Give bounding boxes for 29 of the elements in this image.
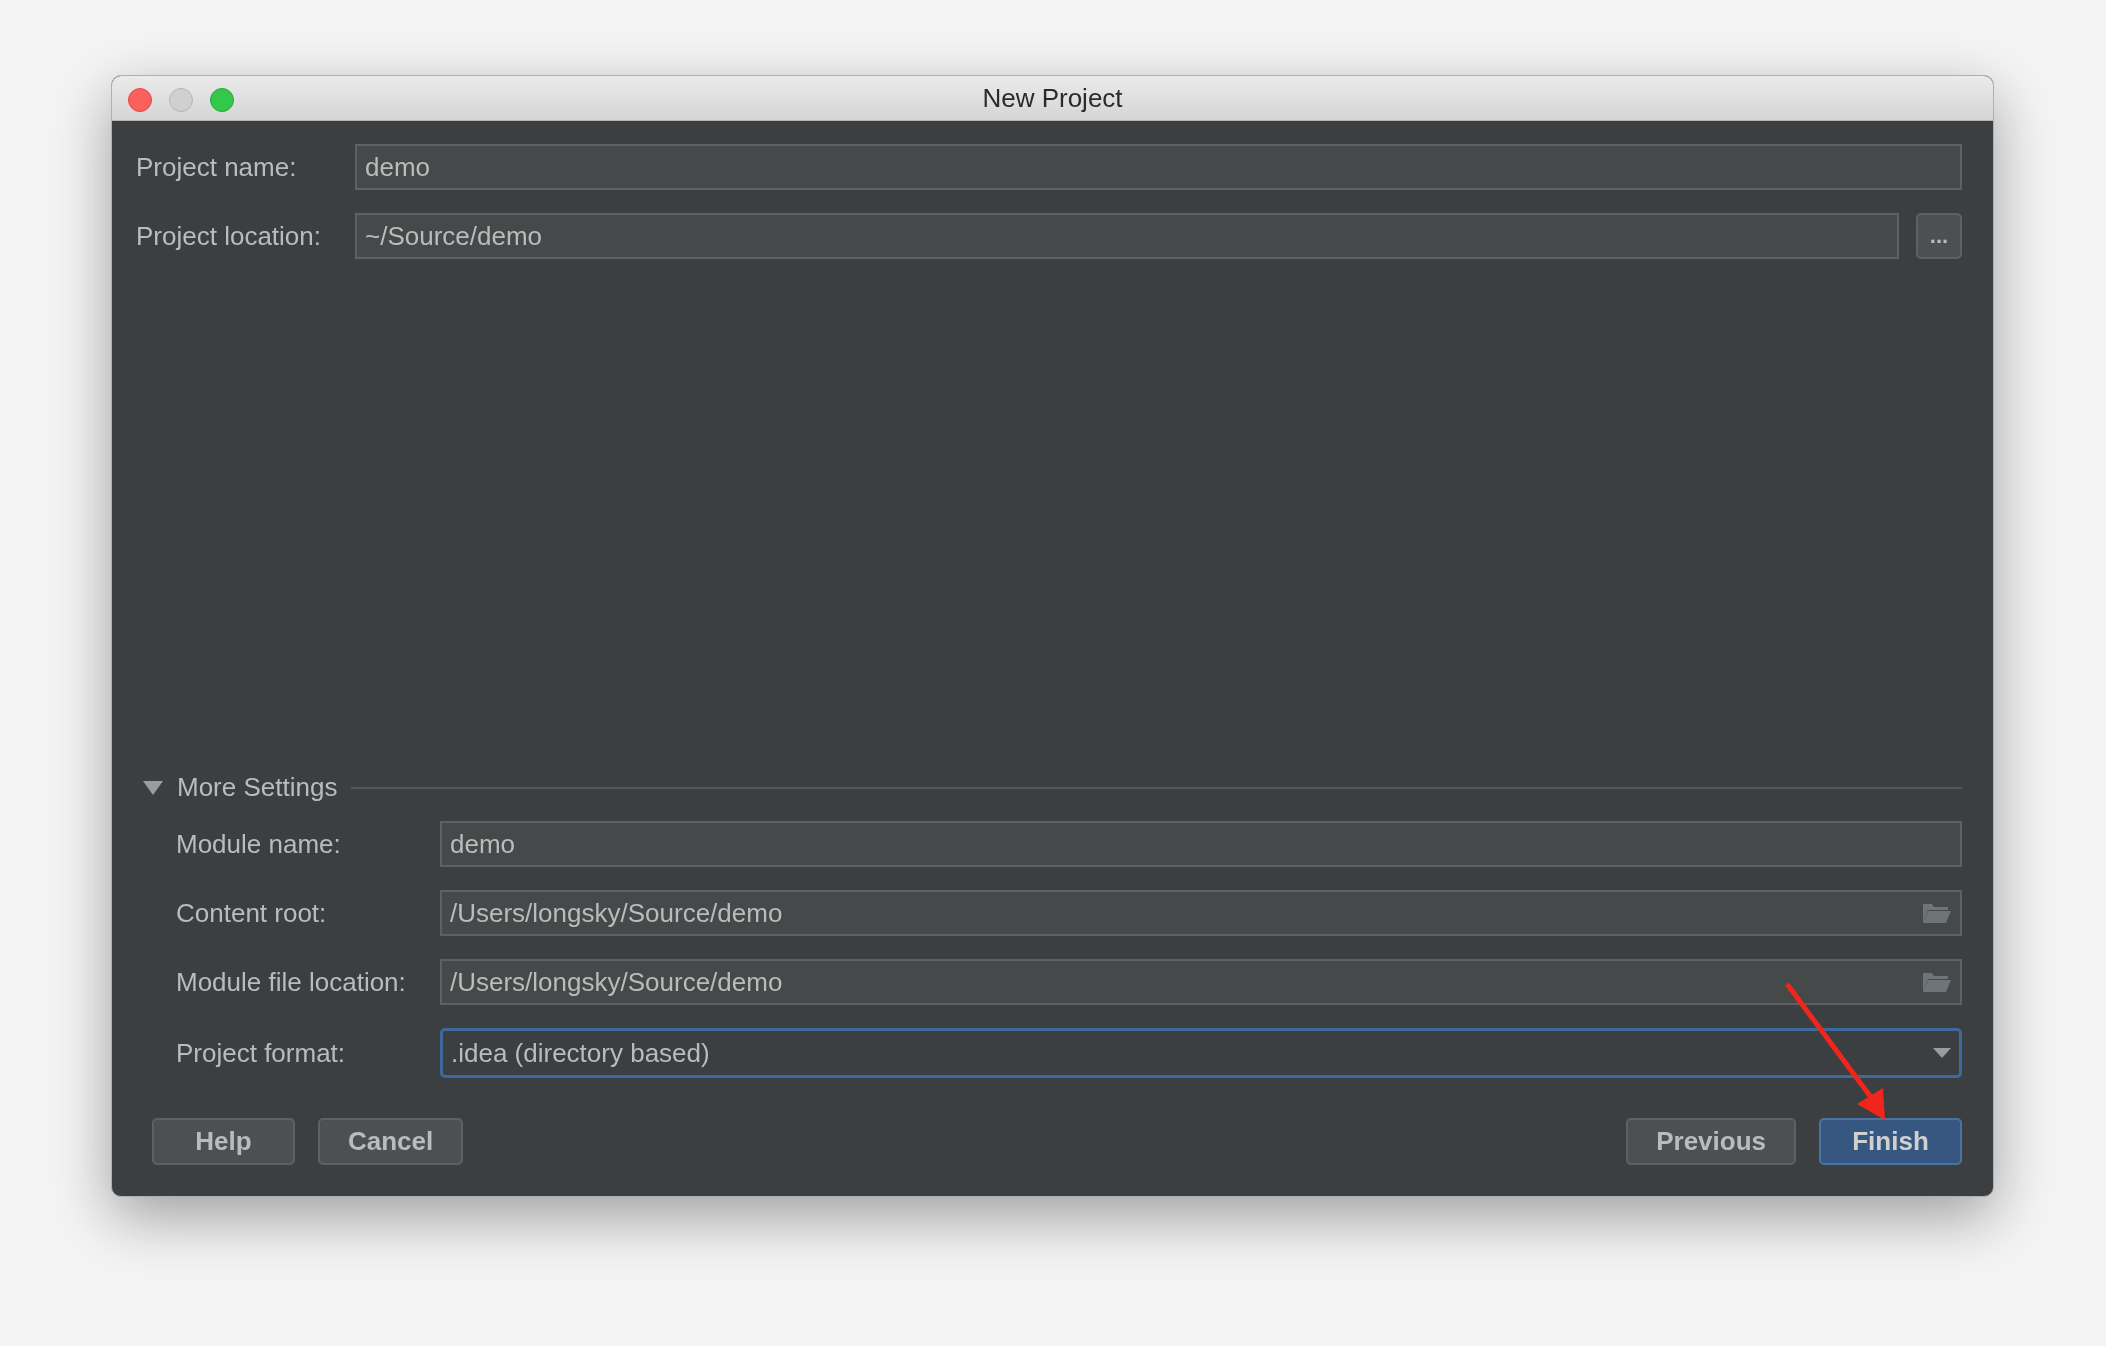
- path-field[interactable]: /Users/longsky/Source/demo: [440, 890, 1962, 936]
- field-label: Project name:: [136, 150, 298, 184]
- caret-icon: [1933, 1048, 1951, 1058]
- folder-icon[interactable]: [1922, 902, 1952, 924]
- section-label[interactable]: More Settings: [177, 768, 338, 807]
- dialog-button[interactable]: Previous: [1626, 1118, 1796, 1165]
- text-field[interactable]: ~/Source/demo: [355, 213, 1899, 259]
- close-button[interactable]: [128, 88, 152, 112]
- path-text: /Users/longsky/Source/demo: [450, 896, 783, 930]
- format-dropdown[interactable]: .idea (directory based): [440, 1028, 1962, 1078]
- field-label: Content root:: [176, 896, 328, 930]
- folder-icon[interactable]: [1922, 971, 1952, 993]
- field-label: Project location:: [136, 219, 322, 253]
- dialog-button[interactable]: Help: [152, 1118, 295, 1165]
- text-field[interactable]: demo: [440, 821, 1962, 867]
- window-title: New Project: [982, 81, 1123, 115]
- field-label: Module file location:: [176, 965, 407, 999]
- zoom-button[interactable]: [210, 88, 234, 112]
- dropdown-value: .idea (directory based): [451, 1036, 710, 1070]
- disclosure-triangle-icon[interactable]: [143, 780, 163, 795]
- path-text: /Users/longsky/Source/demo: [450, 965, 783, 999]
- path-field[interactable]: /Users/longsky/Source/demo: [440, 959, 1962, 1005]
- minimize-button[interactable]: [169, 88, 193, 112]
- field-label: Project format:: [176, 1036, 347, 1070]
- text-field[interactable]: demo: [355, 144, 1962, 190]
- dialog-button[interactable]: Cancel: [318, 1118, 464, 1165]
- browse-button[interactable]: ...: [1916, 213, 1962, 259]
- field-label: Module name:: [176, 827, 342, 861]
- dialog-button[interactable]: Finish: [1819, 1118, 1962, 1165]
